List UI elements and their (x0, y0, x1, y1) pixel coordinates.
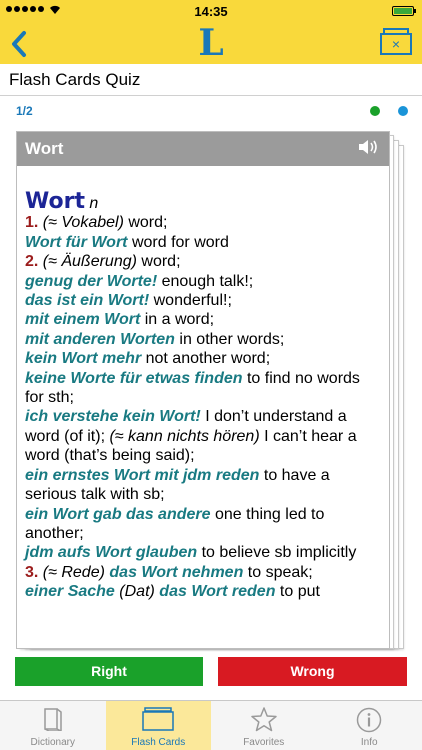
phrase: mit anderen Worten (25, 330, 175, 348)
phrase: einer Sache (25, 583, 115, 601)
translation: word; (123, 214, 168, 232)
sense-number: 3. (25, 563, 39, 581)
flash-card[interactable]: Wort Wort n 1. (≈ Vokabel) word; Wort fü… (16, 131, 390, 649)
battery-icon (392, 6, 416, 16)
sense-number: 2. (25, 253, 39, 271)
status-bar: 14:35 (0, 0, 422, 22)
sense-label: (≈ Rede) (42, 563, 105, 581)
dictionary-book-icon (0, 707, 106, 733)
sense-label: (≈ Vokabel) (42, 214, 124, 232)
dictionary-entry: Wort n 1. (≈ Vokabel) word; Wort für Wor… (25, 189, 377, 602)
tab-flash-cards[interactable]: Flash Cards (105, 701, 212, 750)
sense-number: 1. (25, 214, 39, 232)
page-indicator: 1/2 (16, 104, 33, 118)
tab-label: Info (360, 737, 378, 748)
translation: wonderful!; (149, 292, 232, 310)
tab-label: Favorites (243, 737, 285, 748)
wrong-button[interactable]: Wrong (218, 657, 407, 686)
sense-label: (≈ Äußerung) (42, 253, 137, 271)
right-button[interactable]: Right (15, 657, 203, 686)
tab-label: Dictionary (30, 737, 75, 748)
speaker-icon[interactable] (357, 138, 379, 161)
sense-label: (Dat) (119, 583, 155, 601)
info-icon (317, 707, 422, 733)
tab-bar: Dictionary Flash Cards Favorites Info (0, 700, 422, 750)
flashcard-box-icon[interactable]: × (380, 28, 412, 58)
phrase: keine Worte für etwas finden (25, 369, 243, 387)
phrase: Wort für Wort (25, 233, 128, 251)
phrase: das ist ein Wort! (25, 292, 150, 310)
pager-dot-blue (398, 106, 408, 116)
phrase: jdm aufs Wort glauben (25, 544, 198, 562)
translation: in a word; (140, 311, 215, 329)
phrase: ein ernstes Wort mit jdm reden (25, 466, 260, 484)
tab-dictionary[interactable]: Dictionary (0, 701, 106, 750)
flash-cards-icon (106, 707, 212, 733)
card-header: Wort (17, 132, 389, 166)
page-title: Flash Cards Quiz (9, 70, 141, 89)
card-header-word: Wort (25, 139, 64, 158)
translation: to speak; (243, 563, 313, 581)
title-bar: Flash Cards Quiz (0, 64, 422, 96)
sense-label: (≈ kann nichts hören) (109, 427, 260, 445)
translation: to put (275, 583, 320, 601)
phrase: genug der Worte! (25, 272, 158, 290)
translation: word; (136, 253, 181, 271)
phrase: das Wort reden (159, 583, 276, 601)
translation: not another word; (141, 350, 271, 368)
entry-pos: n (89, 195, 99, 212)
translation: to believe sb implicitly (197, 544, 357, 562)
tab-favorites[interactable]: Favorites (211, 701, 317, 750)
pager-dot-green (370, 106, 380, 116)
translation: word for word (127, 233, 229, 251)
entry-headword: Wort (25, 189, 85, 214)
app-logo: L (198, 22, 224, 64)
phrase: mit einem Wort (25, 311, 141, 329)
translation: in other words; (174, 330, 285, 348)
phrase: ich verstehe kein Wort! (25, 408, 201, 426)
phrase: kein Wort mehr (25, 350, 142, 368)
flash-card-stack: Wort Wort n 1. (≈ Vokabel) word; Wort fü… (16, 131, 404, 649)
translation: enough talk!; (157, 272, 254, 290)
status-time: 14:35 (194, 4, 228, 19)
tab-label: Flash Cards (131, 737, 186, 748)
phrase: ein Wort gab das andere (25, 505, 211, 523)
phrase: das Wort nehmen (109, 563, 244, 581)
pager-dots (370, 106, 408, 116)
tab-info[interactable]: Info (317, 701, 422, 750)
star-icon (211, 707, 317, 733)
nav-bar: L × (0, 22, 422, 64)
